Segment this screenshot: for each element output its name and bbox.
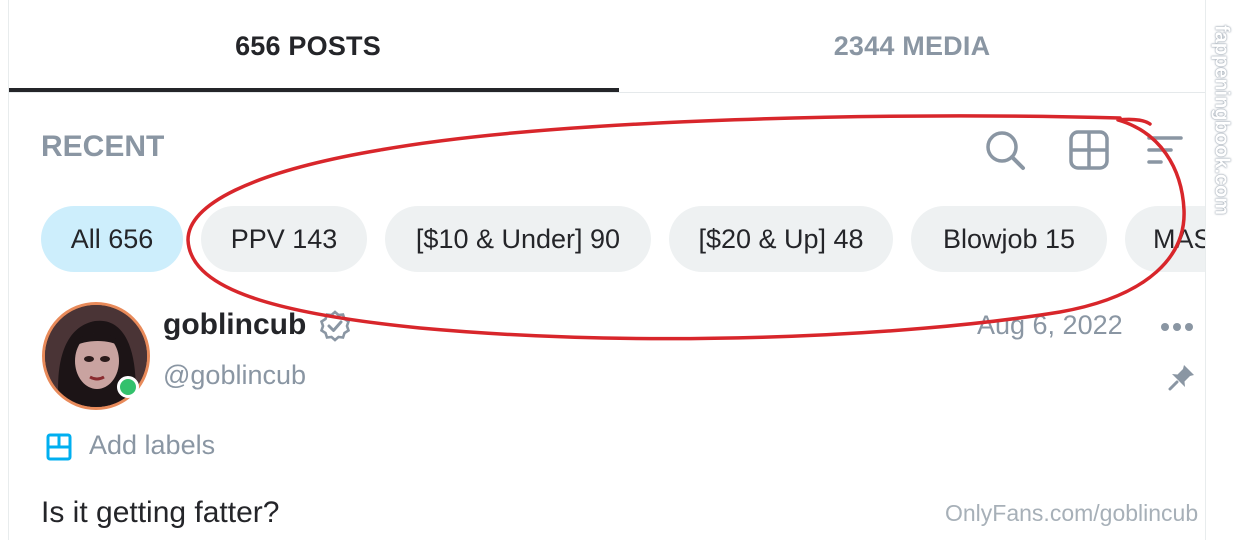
chip-blowjob[interactable]: Blowjob 15	[911, 206, 1107, 272]
search-icon[interactable]	[983, 128, 1027, 172]
filter-chips: All 656 PPV 143 [$10 & Under] 90 [$20 & …	[41, 206, 1205, 272]
chip-masr[interactable]: MASR	[1125, 206, 1205, 272]
chip-20-and-up[interactable]: [$20 & Up] 48	[669, 206, 893, 272]
sort-icon[interactable]	[1143, 128, 1187, 172]
tab-bar: 656 POSTS 2344 MEDIA	[9, 0, 1205, 93]
label-icon[interactable]	[45, 432, 73, 462]
post-date: Aug 6, 2022	[977, 310, 1123, 340]
chip-10-and-under[interactable]: [$10 & Under] 90	[385, 206, 651, 272]
post-text: Is it getting fatter?	[41, 496, 280, 529]
chip-ppv[interactable]: PPV 143	[201, 206, 367, 272]
onlyfans-watermark: OnlyFans.com/goblincub	[945, 500, 1199, 526]
online-status-dot	[117, 376, 139, 398]
verified-badge-icon	[319, 310, 351, 342]
tab-posts[interactable]: 656 POSTS	[9, 0, 607, 92]
active-tab-indicator	[9, 88, 619, 92]
display-name[interactable]: goblincub	[163, 308, 306, 342]
user-handle[interactable]: @goblincub	[163, 360, 306, 391]
grid-icon[interactable]	[1067, 128, 1111, 172]
side-watermark-text: fappeningbook.com	[1210, 25, 1233, 215]
pin-icon	[1168, 365, 1194, 391]
sort-label[interactable]: RECENT	[41, 130, 164, 164]
chip-all[interactable]: All 656	[41, 206, 183, 272]
more-options-icon[interactable]	[1157, 312, 1197, 342]
add-labels-link[interactable]: Add labels	[89, 430, 215, 461]
tab-media[interactable]: 2344 MEDIA	[619, 0, 1205, 92]
profile-feed-panel: 656 POSTS 2344 MEDIA RECENT All 656 PPV …	[8, 0, 1206, 540]
side-watermark: fappeningbook.com	[1206, 0, 1236, 240]
